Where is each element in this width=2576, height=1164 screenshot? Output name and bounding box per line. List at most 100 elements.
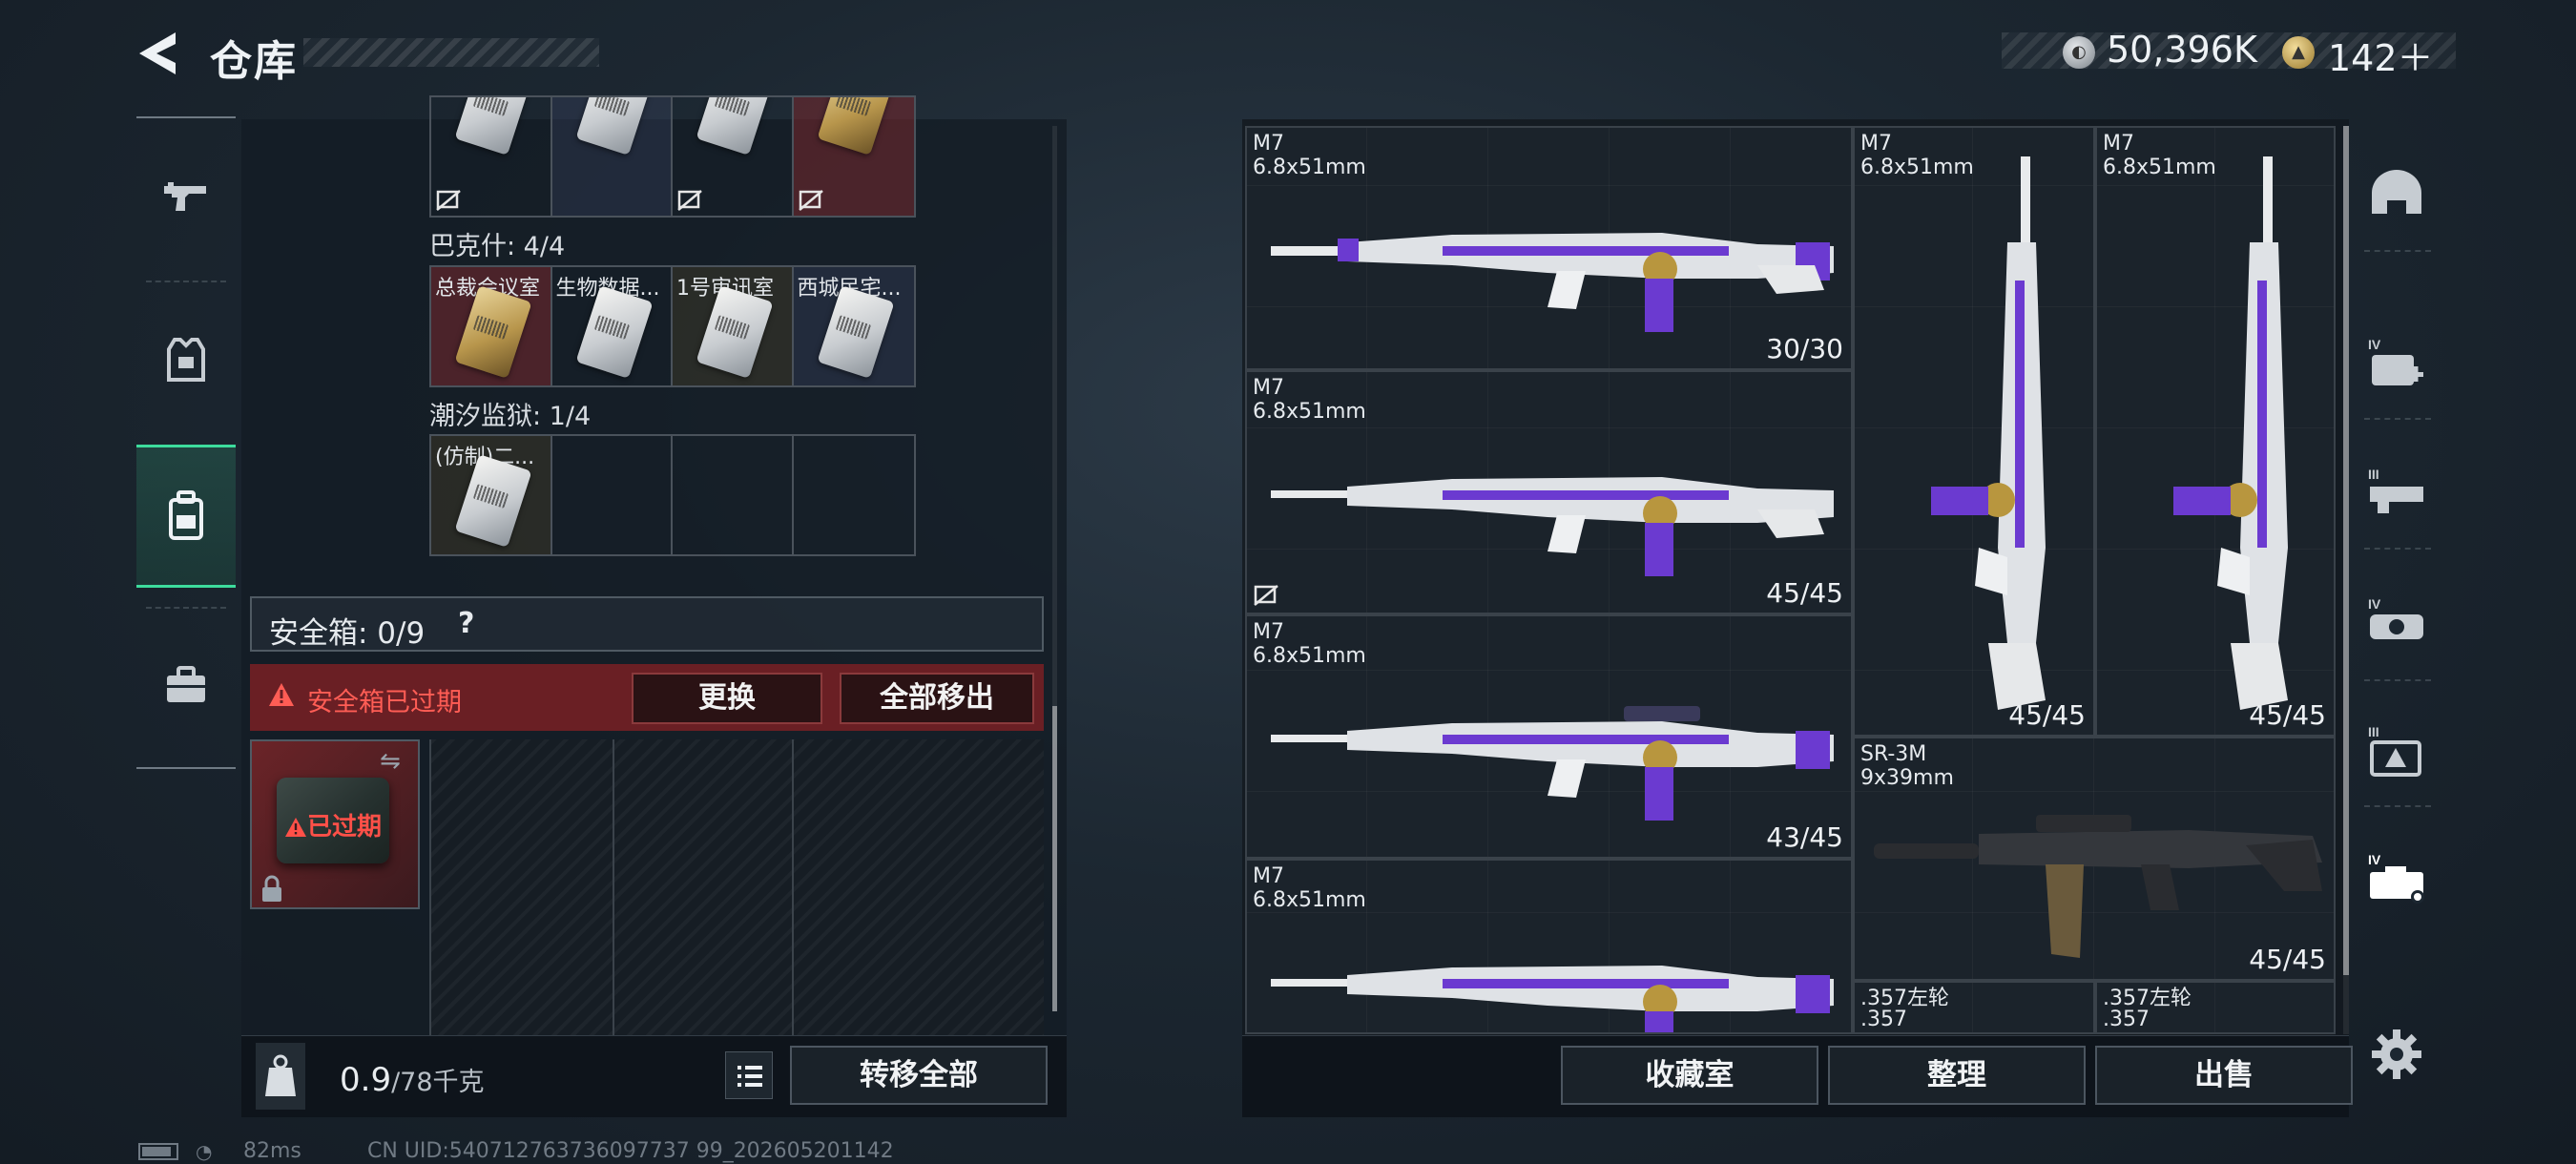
- svg-text:IV: IV: [2368, 337, 2381, 352]
- svg-text:III: III: [2368, 467, 2379, 482]
- no-trade-icon: [435, 189, 462, 212]
- warehouse-scrollbar-thumb[interactable]: [2343, 126, 2349, 975]
- back-arrow-icon[interactable]: [134, 29, 187, 78]
- weapon-item[interactable]: M7 6.8x51mm 45/45: [1853, 126, 2095, 737]
- medkit-icon: IV: [2368, 337, 2423, 385]
- sell-button[interactable]: 出售: [2095, 1046, 2353, 1105]
- briefcase-icon: [167, 666, 205, 702]
- title-decoration: [303, 38, 599, 67]
- safebox-help-button[interactable]: ?: [458, 607, 474, 640]
- keycard-group-label: 巴克什: 4/4: [429, 232, 566, 261]
- keycard-slot[interactable]: 生物数据...: [552, 267, 673, 385]
- collection-room-button[interactable]: 收藏室: [1561, 1046, 1818, 1105]
- category-scope-tab[interactable]: IV: [2364, 593, 2429, 658]
- keycard-empty-slot[interactable]: [794, 436, 915, 554]
- rifle-icon: [1271, 966, 1834, 1032]
- keycard-slot[interactable]: [551, 97, 673, 216]
- weapon-name: M7: [1253, 132, 1284, 156]
- category-keycard-tab[interactable]: III: [2364, 721, 2429, 786]
- keycard-slot[interactable]: [793, 97, 914, 216]
- safebox-grid[interactable]: [429, 739, 1044, 1035]
- rifle-icon: [1271, 477, 1834, 576]
- keycard-slot[interactable]: [673, 97, 794, 216]
- container-icon: IV: [2368, 852, 2424, 904]
- silver-coin-icon: ◐: [2063, 36, 2095, 69]
- category-medkit-tab[interactable]: IV: [2364, 334, 2429, 399]
- organize-button[interactable]: 整理: [1828, 1046, 2086, 1105]
- carry-weight-capacity: /78千克: [391, 1068, 485, 1097]
- keycard-slot[interactable]: 1号审讯室: [673, 267, 794, 385]
- nav-equipment-tab[interactable]: [136, 288, 236, 431]
- keycard-slot[interactable]: 西城民宅...: [793, 267, 914, 385]
- helmet-icon: [2372, 170, 2421, 214]
- category-parts-tab[interactable]: III: [2364, 464, 2429, 529]
- keycard-group-label: 潮汐监狱: 1/4: [429, 402, 592, 431]
- weapon-name: M7: [1253, 376, 1284, 400]
- category-divider: [2364, 418, 2431, 420]
- keycard-icon: III: [2368, 724, 2421, 777]
- safebox-capacity-label: 安全箱: 0/9: [269, 616, 426, 651]
- weapon-item[interactable]: M7 6.8x51mm 30/30: [1245, 126, 1853, 370]
- backpack-scrollbar-thumb[interactable]: [1052, 706, 1057, 1011]
- safebox-expired-text: 安全箱已过期: [307, 688, 462, 717]
- wifi-icon: ◔: [196, 1140, 213, 1163]
- safebox-expired-badge: 已过期: [284, 807, 382, 842]
- nav-divider: [146, 281, 226, 282]
- keycard-slot[interactable]: [431, 97, 552, 216]
- carry-weight-current: 0.9: [340, 1061, 392, 1099]
- pistol-icon: [164, 182, 206, 211]
- keycard-slot[interactable]: (仿制)二...: [431, 436, 552, 554]
- svg-text:III: III: [2368, 724, 2379, 739]
- category-divider: [2364, 805, 2431, 807]
- warning-icon: [285, 818, 306, 837]
- category-container-tab[interactable]: IV: [2364, 849, 2429, 914]
- nav-weapons-tab[interactable]: [136, 126, 236, 269]
- nav-case-tab[interactable]: [136, 614, 236, 758]
- warning-icon: [267, 681, 296, 710]
- weapon-ammo: 43/45: [1766, 821, 1843, 853]
- nav-divider: [146, 607, 226, 609]
- svg-text:IV: IV: [2368, 852, 2381, 867]
- weapon-item[interactable]: .357左轮 .357: [2095, 981, 2336, 1034]
- transfer-all-button[interactable]: 转移全部: [790, 1046, 1048, 1105]
- nav-backpack-tab[interactable]: [136, 445, 236, 588]
- left-category-nav: [136, 116, 236, 769]
- category-helmet-tab[interactable]: [2364, 162, 2429, 227]
- rifle-icon: [1931, 156, 2046, 710]
- weapon-item[interactable]: .357左轮 .357: [1853, 981, 2095, 1034]
- rifle-icon: [1271, 233, 1834, 332]
- battery-level: [142, 1147, 171, 1156]
- category-divider: [2364, 250, 2431, 252]
- weapon-ammo: 45/45: [2249, 699, 2326, 731]
- weapon-item[interactable]: M7 6.8x51mm 45/45: [1245, 370, 1853, 614]
- swap-icon[interactable]: ⇋: [380, 747, 410, 778]
- armor-vest-icon: [167, 338, 205, 382]
- keycard-empty-slot[interactable]: [552, 436, 673, 554]
- network-ping: 82ms: [243, 1139, 301, 1163]
- replace-safebox-button[interactable]: 更换: [632, 673, 822, 724]
- weapon-item[interactable]: M7 6.8x51mm 43/45: [1245, 614, 1853, 859]
- list-view-button[interactable]: [725, 1051, 773, 1099]
- user-uid: CN UID:540712763736097737 99_20260520114…: [367, 1139, 894, 1163]
- keycard-slot[interactable]: 总裁会议室: [431, 267, 552, 385]
- gold-currency-value[interactable]: 142＋: [2328, 29, 2434, 81]
- safebox-expired-status: 已过期: [307, 813, 383, 842]
- weapon-name: SR-3M: [1860, 742, 1927, 766]
- settings-gear-icon[interactable]: [2368, 1026, 2425, 1083]
- weapon-item[interactable]: M7 6.8x51mm: [1245, 859, 1853, 1034]
- weapon-ammo: 30/30: [1766, 333, 1843, 364]
- keycard-image: [454, 97, 532, 156]
- silver-currency-value[interactable]: 50,396K: [2107, 29, 2257, 71]
- lock-icon: [260, 875, 284, 904]
- weapon-caliber: .357: [2103, 1008, 2150, 1031]
- weapon-item[interactable]: M7 6.8x51mm 45/45: [2095, 126, 2336, 737]
- keycard-image: [696, 97, 774, 156]
- no-trade-icon: [1253, 584, 1279, 607]
- keycard-empty-slot[interactable]: [673, 436, 794, 554]
- list-icon: [737, 1066, 762, 1087]
- rifle-icon: [1874, 815, 2322, 958]
- keycard-row: [429, 95, 916, 218]
- page-title: 仓库: [210, 37, 298, 86]
- weapon-item[interactable]: SR-3M 9x39mm 45/45: [1853, 737, 2336, 981]
- remove-all-button[interactable]: 全部移出: [840, 673, 1034, 724]
